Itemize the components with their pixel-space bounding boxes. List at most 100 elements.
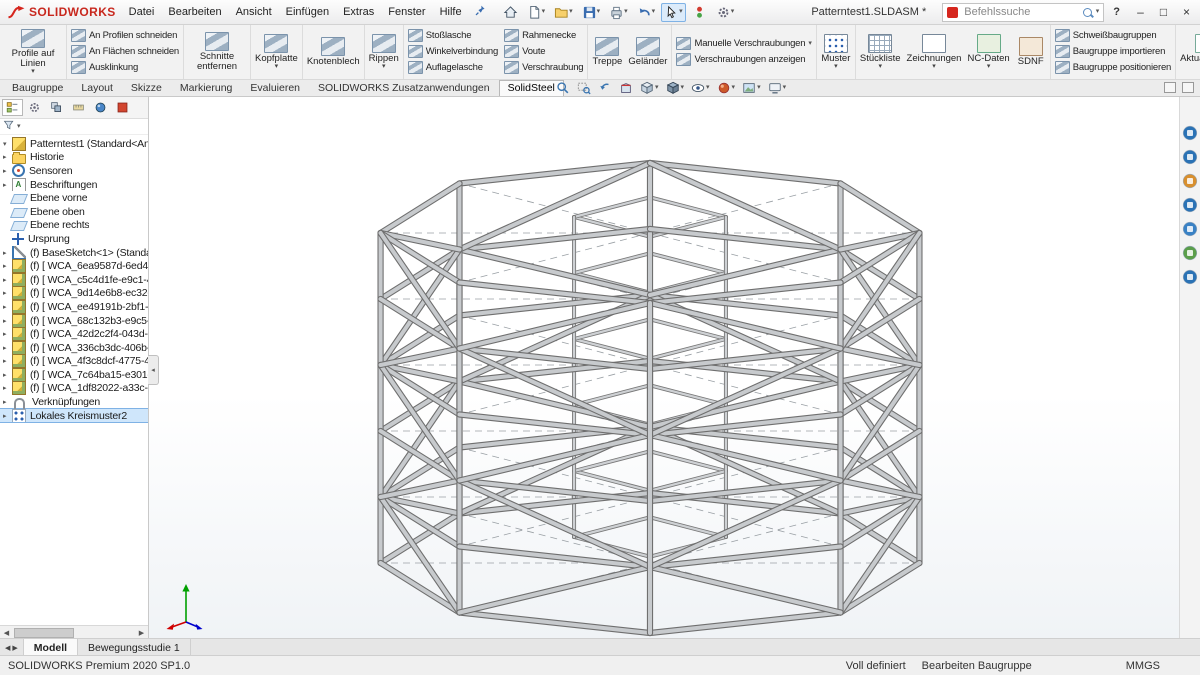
expander-icon[interactable]: ▸ bbox=[3, 398, 12, 406]
filter-icon[interactable] bbox=[3, 118, 15, 136]
tab-skizze[interactable]: Skizze bbox=[122, 80, 171, 96]
3d-model[interactable] bbox=[149, 97, 1180, 639]
tab-scroll-right-icon[interactable]: ▶ bbox=[12, 644, 17, 652]
undo-dropdown-icon[interactable]: ▾ bbox=[652, 8, 656, 16]
select-dropdown-icon[interactable]: ▾ bbox=[679, 8, 683, 16]
apply-scene-button[interactable]: ▾ bbox=[742, 81, 761, 95]
pin-commandmanager-icon[interactable] bbox=[1182, 82, 1194, 93]
command-search[interactable]: ▾ bbox=[942, 3, 1104, 22]
schweißbaugruppen-button[interactable]: Schweißbaugruppen bbox=[1053, 28, 1173, 43]
treppe-button[interactable]: Treppe bbox=[590, 36, 624, 68]
collapse-commandmanager-icon[interactable] bbox=[1164, 82, 1176, 93]
tab-solidsteel[interactable]: SolidSteel bbox=[499, 80, 564, 96]
view-settings-button[interactable]: ▾ bbox=[768, 81, 787, 95]
expander-icon[interactable]: ▸ bbox=[3, 276, 12, 284]
rebuild-button[interactable] bbox=[689, 3, 710, 22]
edit-appearance-dropdown-icon[interactable]: ▾ bbox=[732, 84, 736, 92]
tree-item-f-wca-68c132b3-e9c5-49bd-87[interactable]: ▸(f) [ WCA_68c132b3-e9c5-49bd-87 bbox=[0, 314, 148, 328]
select-button[interactable]: ▾ bbox=[661, 3, 686, 22]
profile-auf-linien-button[interactable]: Profile auf Linien▾ bbox=[2, 28, 64, 76]
auflagelasche-button[interactable]: Auflagelasche bbox=[406, 60, 500, 75]
kopfplatte-button[interactable]: Kopfplatte▾ bbox=[253, 33, 300, 71]
verschraubungen-anzeigen-button[interactable]: Verschraubungen anzeigen bbox=[674, 52, 813, 67]
search-dropdown-icon[interactable]: ▾ bbox=[1096, 8, 1100, 16]
expander-icon[interactable]: ▸ bbox=[3, 317, 12, 325]
geländer-button[interactable]: Geländer bbox=[626, 36, 669, 68]
open-dropdown-icon[interactable]: ▾ bbox=[569, 8, 573, 16]
baugruppe-positionieren-button[interactable]: Baugruppe positionieren bbox=[1053, 60, 1173, 75]
manager-tab-featuremanager-design-tree[interactable] bbox=[2, 99, 23, 116]
tab-scroll-left-icon[interactable]: ◀ bbox=[5, 644, 10, 652]
stückliste-button[interactable]: Stückliste▾ bbox=[858, 33, 903, 71]
menu-hilfe[interactable]: Hilfe bbox=[433, 6, 469, 18]
task-pane-view-palette-button[interactable] bbox=[1182, 197, 1198, 213]
knotenblech-button[interactable]: Knotenblech bbox=[305, 36, 362, 68]
tree-horizontal-scrollbar[interactable]: ◀ ▶ bbox=[0, 625, 148, 639]
expander-icon[interactable]: ▸ bbox=[3, 262, 12, 270]
task-pane-file-explorer-button[interactable] bbox=[1182, 173, 1198, 189]
hide-show-items-dropdown-icon[interactable]: ▾ bbox=[706, 84, 710, 92]
apply-scene-dropdown-icon[interactable]: ▾ bbox=[757, 84, 761, 92]
expander-icon[interactable]: ▸ bbox=[3, 371, 12, 379]
tree-item-f-wca-c5c4d1fe-e9c1-44f4-b9[interactable]: ▸(f) [ WCA_c5c4d1fe-e9c1-44f4-b9 bbox=[0, 273, 148, 287]
expander-icon[interactable]: ▸ bbox=[3, 344, 12, 352]
task-pane-design-library-button[interactable] bbox=[1182, 149, 1198, 165]
expander-icon[interactable]: ▸ bbox=[3, 330, 12, 338]
tree-item-patterntest1-standard-anzeigesta[interactable]: ▾Patterntest1 (Standard<Anzeigestatus bbox=[0, 137, 148, 151]
hide-show-items-button[interactable]: ▾ bbox=[691, 81, 710, 95]
display-style-dropdown-icon[interactable]: ▾ bbox=[681, 84, 685, 92]
new-document-dropdown-icon[interactable]: ▾ bbox=[542, 8, 546, 16]
panel-collapse-handle[interactable]: ◂ bbox=[148, 355, 159, 385]
model-tab-modell[interactable]: Modell bbox=[24, 639, 78, 656]
manuelle-verschraubungen-button[interactable]: Manuelle Verschraubungen▾ bbox=[674, 36, 813, 51]
zoom-area-button[interactable] bbox=[577, 81, 591, 95]
menu-extras[interactable]: Extras bbox=[336, 6, 381, 18]
manager-tab-configurationmanager[interactable] bbox=[46, 99, 67, 116]
expander-icon[interactable]: ▸ bbox=[3, 167, 12, 175]
manager-tab-solidsteel-manager[interactable] bbox=[112, 99, 133, 116]
expander-icon[interactable]: ▸ bbox=[3, 303, 12, 311]
model-tab-bewegungsstudie-1[interactable]: Bewegungsstudie 1 bbox=[78, 639, 191, 656]
options-dropdown-icon[interactable]: ▾ bbox=[731, 8, 735, 16]
rippen-button[interactable]: Rippen▾ bbox=[367, 33, 401, 71]
section-view-button[interactable] bbox=[619, 81, 633, 95]
zeichnungen-button[interactable]: Zeichnungen▾ bbox=[905, 33, 964, 71]
tree-item-ebene-oben[interactable]: Ebene oben bbox=[0, 205, 148, 219]
menu-fenster[interactable]: Fenster bbox=[381, 6, 432, 18]
expander-icon[interactable]: ▸ bbox=[3, 412, 12, 420]
manager-tab-displaymanager[interactable] bbox=[90, 99, 111, 116]
tab-markierung[interactable]: Markierung bbox=[171, 80, 242, 96]
rippen-dropdown-icon[interactable]: ▾ bbox=[382, 64, 386, 70]
tab-baugruppe[interactable]: Baugruppe bbox=[3, 80, 72, 96]
manuelle-verschraubungen-dropdown-icon[interactable]: ▾ bbox=[808, 40, 812, 48]
tree-item-ursprung[interactable]: Ursprung bbox=[0, 232, 148, 246]
save-button[interactable]: ▾ bbox=[579, 3, 604, 22]
aktualisieren-button[interactable]: Aktualisieren▾ bbox=[1178, 33, 1200, 71]
print-button[interactable]: ▾ bbox=[606, 3, 631, 22]
task-pane-appearances-scenes-button[interactable] bbox=[1182, 221, 1198, 237]
home-button[interactable] bbox=[500, 3, 521, 22]
view-orientation-button[interactable]: ▾ bbox=[640, 81, 659, 95]
filter-dropdown-icon[interactable]: ▾ bbox=[17, 123, 21, 131]
menu-bearbeiten[interactable]: Bearbeiten bbox=[161, 6, 228, 18]
tree-item-f-wca-4f3c8dcf-4775-47f2-b50[interactable]: ▸(f) [ WCA_4f3c8dcf-4775-47f2-b50 bbox=[0, 355, 148, 369]
sdnf-button[interactable]: SDNF bbox=[1014, 36, 1048, 68]
tree-item-sensoren[interactable]: ▸Sensoren bbox=[0, 164, 148, 178]
tree-item-f-wca-9d14e6b8-ec32-406a-9f[interactable]: ▸(f) [ WCA_9d14e6b8-ec32-406a-9f bbox=[0, 287, 148, 301]
help-button[interactable]: ? bbox=[1104, 6, 1129, 18]
tab-layout[interactable]: Layout bbox=[72, 80, 122, 96]
task-pane-solidworks-forum-button[interactable] bbox=[1182, 269, 1198, 285]
graphics-area[interactable] bbox=[149, 97, 1180, 639]
manager-tab-dimxpertmanager[interactable] bbox=[68, 99, 89, 116]
zoom-fit-button[interactable] bbox=[556, 81, 570, 95]
nc-daten-button[interactable]: NC-Daten▾ bbox=[965, 33, 1011, 71]
minimize-button[interactable]: – bbox=[1129, 1, 1152, 23]
tree-item-f-wca-1df82022-a33c-439e-b8[interactable]: ▸(f) [ WCA_1df82022-a33c-439e-b8 bbox=[0, 382, 148, 396]
edit-appearance-button[interactable]: ▾ bbox=[717, 81, 736, 95]
profile-auf-linien-dropdown-icon[interactable]: ▾ bbox=[31, 69, 35, 75]
print-dropdown-icon[interactable]: ▾ bbox=[624, 8, 628, 16]
expander-icon[interactable]: ▸ bbox=[3, 357, 12, 365]
save-dropdown-icon[interactable]: ▾ bbox=[597, 8, 601, 16]
muster-button[interactable]: Muster▾ bbox=[819, 33, 853, 71]
schnitte-entfernen-button[interactable]: Schnitte entfernen bbox=[186, 31, 248, 73]
